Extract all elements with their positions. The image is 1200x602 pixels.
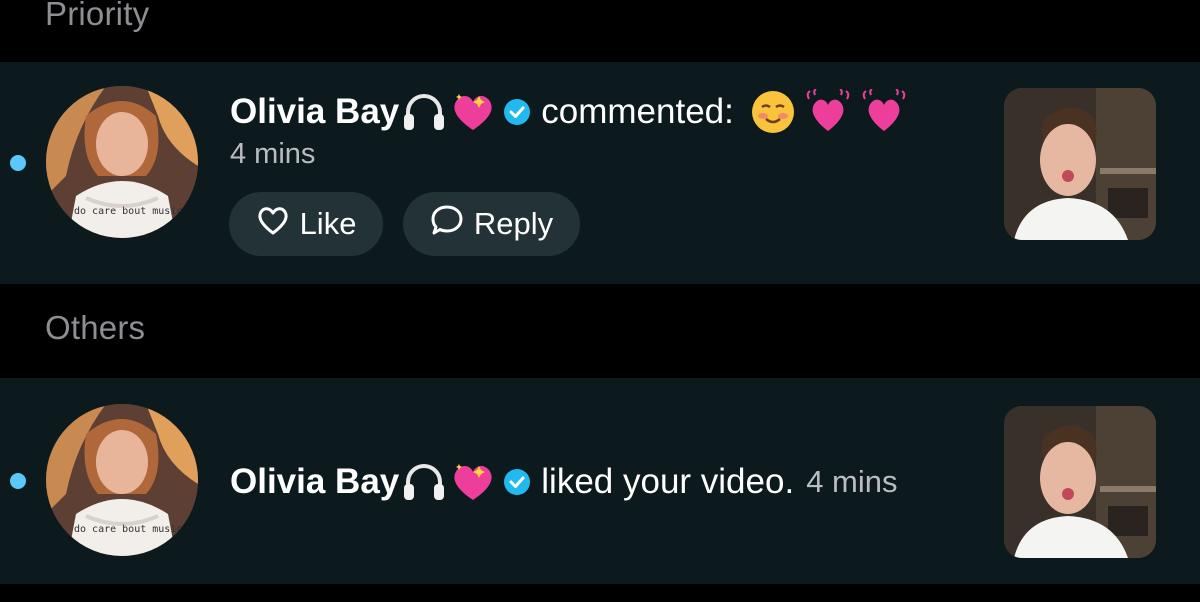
action-text: commented: (541, 92, 734, 131)
username[interactable]: Olivia Bay (230, 92, 399, 132)
timestamp: 4 mins (806, 464, 898, 499)
video-thumbnail[interactable] (1004, 406, 1156, 558)
sparkling-heart-emoji (449, 90, 497, 134)
sparkling-heart-emoji (449, 460, 497, 504)
section-header-priority: Priority (45, 0, 150, 32)
notification-text: Olivia Bay (230, 88, 908, 136)
like-label: Like (299, 206, 357, 241)
video-thumbnail[interactable] (1004, 88, 1156, 240)
like-button[interactable]: Like (229, 192, 383, 256)
avatar-shirt-text: do care bout music. (74, 206, 188, 217)
heart-outline-icon (256, 204, 290, 244)
notification-item[interactable]: do care bout music. Olivia Bay (0, 378, 1200, 584)
notifications-page: Priority do care bout music. Olivia Bay (0, 0, 1200, 602)
verified-badge-icon (503, 98, 531, 126)
smiling-face-emoji (750, 89, 796, 135)
notification-text: Olivia Bay (230, 458, 898, 506)
notification-item[interactable]: do care bout music. Olivia Bay (0, 62, 1200, 284)
username[interactable]: Olivia Bay (230, 462, 399, 502)
unread-indicator (10, 473, 26, 489)
headphones-emoji (401, 460, 447, 504)
timestamp: 4 mins (230, 138, 316, 170)
verified-badge-icon (503, 468, 531, 496)
beating-heart-emoji (860, 89, 908, 135)
avatar[interactable]: do care bout music. (46, 404, 198, 556)
avatar-shirt-text: do care bout music. (74, 524, 188, 535)
speech-bubble-icon (430, 203, 464, 245)
reply-label: Reply (473, 206, 554, 241)
action-text: liked your video. (541, 462, 795, 501)
unread-indicator (10, 155, 26, 171)
headphones-emoji (401, 90, 447, 134)
beating-heart-emoji (804, 89, 852, 135)
avatar[interactable]: do care bout music. (46, 86, 198, 238)
reply-button[interactable]: Reply (403, 192, 580, 256)
section-header-others: Others (45, 309, 146, 346)
